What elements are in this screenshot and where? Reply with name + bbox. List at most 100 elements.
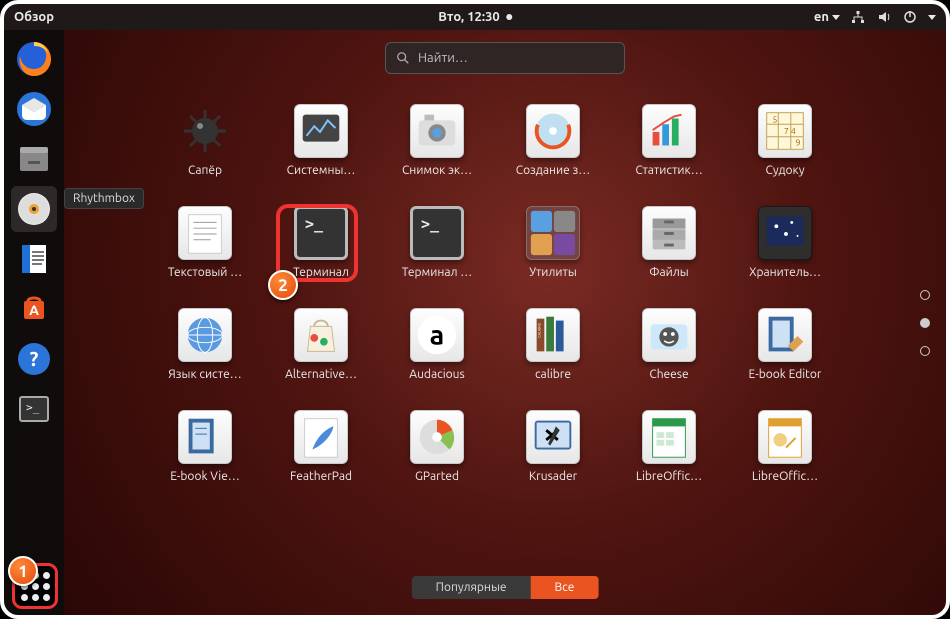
top-bar: Обзор Вто, 12:30 en [4, 4, 946, 30]
app-label: Audacious [409, 368, 464, 381]
app-terminal[interactable]: Терминал … [383, 202, 491, 304]
dock-item-terminal[interactable]: >_ [11, 386, 57, 432]
svg-text:A: A [29, 302, 39, 318]
app-label: LibreOffic… [636, 470, 702, 483]
lang-label: en [814, 10, 829, 24]
app-camera[interactable]: Снимок эк… [383, 100, 491, 202]
pager-dot-0[interactable] [920, 290, 930, 300]
drawer-icon [642, 206, 696, 260]
app-label: Статистик… [635, 164, 702, 177]
app-label: Утилиты [529, 266, 577, 279]
chevron-down-icon [832, 15, 840, 20]
search-box[interactable]: Найти… [385, 42, 625, 74]
app-mine[interactable]: Сапёр [151, 100, 259, 202]
app-ebookedit[interactable]: E-book Editor [731, 304, 839, 406]
app-ebookview[interactable]: E-book Vie… [151, 406, 259, 508]
clock[interactable]: Вто, 12:30 [438, 10, 512, 24]
krusader-icon [526, 410, 580, 464]
view-tabs: Популярные Все [412, 576, 599, 599]
app-cheese[interactable]: Cheese [615, 304, 723, 406]
app-label: Язык систе… [168, 368, 241, 381]
power-icon[interactable] [902, 9, 918, 25]
app-audacious[interactable]: a Audacious [383, 304, 491, 406]
app-label: Cheese [649, 368, 688, 381]
feather-icon [294, 410, 348, 464]
app-label: Терминал … [402, 266, 473, 279]
app-feather[interactable]: FeatherPad [267, 406, 375, 508]
pager-dot-2[interactable] [920, 346, 930, 356]
terminal-icon [294, 206, 348, 260]
app-label: Krusader [529, 470, 577, 483]
svg-text:5: 5 [772, 114, 777, 124]
app-label: Текстовый … [168, 266, 242, 279]
app-label: Терминал [293, 266, 349, 279]
search-icon [396, 51, 410, 65]
app-bag[interactable]: Alternative… [267, 304, 375, 406]
dock-item-files[interactable] [11, 136, 57, 182]
svg-text:7 4: 7 4 [784, 126, 796, 136]
app-label: Хранитель… [749, 266, 821, 279]
clock-label: Вто, 12:30 [438, 10, 500, 24]
camera-icon [410, 104, 464, 158]
app-lang[interactable]: Язык систе… [151, 304, 259, 406]
ebookedit-icon [758, 308, 812, 362]
screensaver-icon [758, 206, 812, 260]
app-label: Создание з… [516, 164, 590, 177]
lo-draw-icon [758, 410, 812, 464]
app-books[interactable]: CALIBREcalibre [499, 304, 607, 406]
monitor-icon [294, 104, 348, 158]
dock-item-software[interactable]: A [11, 286, 57, 332]
books-icon: CALIBRE [526, 308, 580, 362]
app-label: E-book Vie… [170, 470, 240, 483]
notification-dot-icon [506, 14, 512, 20]
network-icon[interactable] [850, 9, 866, 25]
app-label: GParted [415, 470, 459, 483]
app-gparted[interactable]: GParted [383, 406, 491, 508]
pager-dot-1[interactable] [920, 318, 930, 328]
disk-icon [526, 104, 580, 158]
terminal-icon [410, 206, 464, 260]
app-label: Судоку [765, 164, 804, 177]
dock-item-thunderbird[interactable] [11, 86, 57, 132]
app-editor[interactable]: Текстовый … [151, 202, 259, 304]
app-label: E-book Editor [749, 368, 822, 381]
dock-item-firefox[interactable] [11, 36, 57, 82]
app-folder[interactable]: Утилиты [499, 202, 607, 304]
dock-item-rhythmbox[interactable] [11, 186, 57, 232]
annotation-badge-2: 2 [268, 270, 298, 300]
activities-button[interactable]: Обзор [14, 10, 54, 24]
svg-text:a: a [430, 321, 445, 351]
app-chart[interactable]: Статистик… [615, 100, 723, 202]
tab-frequent[interactable]: Популярные [412, 576, 531, 599]
tab-all[interactable]: Все [531, 576, 599, 599]
dock-item-libreoffice-writer[interactable] [11, 236, 57, 282]
editor-icon [178, 206, 232, 260]
dock-item-help[interactable]: ? [11, 336, 57, 382]
system-menu-chevron-icon[interactable] [928, 15, 936, 20]
volume-icon[interactable] [876, 9, 892, 25]
app-lo-draw[interactable]: LibreOffic… [731, 406, 839, 508]
app-monitor[interactable]: Системны… [267, 100, 375, 202]
app-label: Alternative… [285, 368, 357, 381]
gparted-icon [410, 410, 464, 464]
app-drawer[interactable]: Файлы [615, 202, 723, 304]
app-lo-calc[interactable]: LibreOffic… [615, 406, 723, 508]
annotation-badge-1: 1 [8, 556, 38, 586]
app-sudoku[interactable]: 5 7 49 Судоку [731, 100, 839, 202]
app-screensaver[interactable]: Хранитель… [731, 202, 839, 304]
app-disk[interactable]: Создание з… [499, 100, 607, 202]
chart-icon [642, 104, 696, 158]
bag-icon [294, 308, 348, 362]
svg-text:9: 9 [796, 137, 801, 147]
dock-tooltip: Rhythmbox [64, 188, 144, 209]
svg-text:?: ? [30, 347, 39, 370]
keyboard-layout-indicator[interactable]: en [814, 10, 840, 24]
lo-calc-icon [642, 410, 696, 464]
applications-overview: Найти… СапёрСистемны… Снимок эк… Создание … [64, 30, 946, 615]
svg-text:>_: >_ [26, 401, 40, 414]
ebookview-icon [178, 410, 232, 464]
app-label: Снимок эк… [402, 164, 472, 177]
lang-icon [178, 308, 232, 362]
cheese-icon [642, 308, 696, 362]
app-krusader[interactable]: Krusader [499, 406, 607, 508]
